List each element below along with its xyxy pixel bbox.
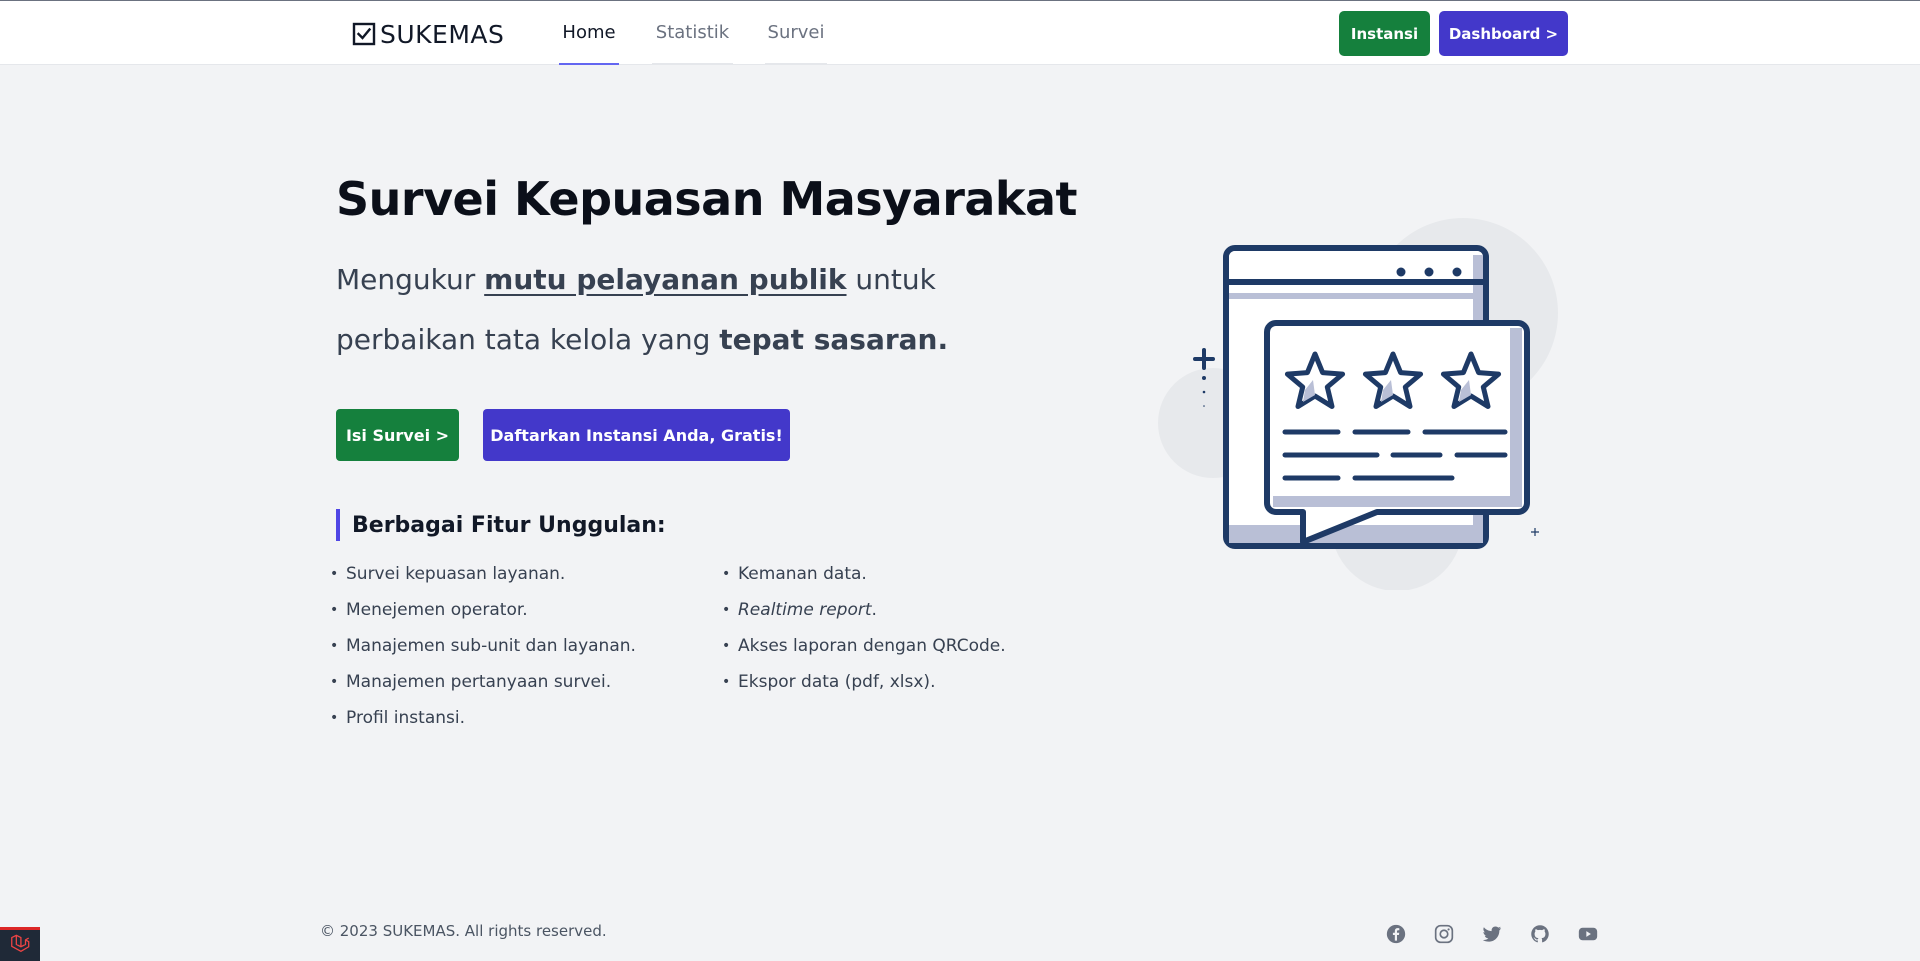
github-icon[interactable] <box>1529 923 1551 945</box>
feature-text-tail: . <box>871 600 877 620</box>
features-list-right: • Kemanan data. • Realtime report. • Akses … <box>722 560 1006 704</box>
laravel-debugbar-toggle[interactable] <box>0 927 40 961</box>
tab-statistik[interactable]: Statistik <box>652 1 733 65</box>
bullet: • <box>330 674 339 690</box>
subtitle-bold: tepat sasaran. <box>719 323 949 356</box>
brand-name: SUKEMAS <box>380 19 505 49</box>
survey-rating-illustration <box>1155 210 1560 591</box>
bullet: • <box>722 566 731 582</box>
feature-text: Akses laporan dengan QRCode. <box>738 636 1006 656</box>
bullet: • <box>722 638 731 654</box>
list-item: • Kemanan data. <box>722 560 1006 596</box>
facebook-icon[interactable] <box>1385 923 1407 945</box>
top-navbar: SUKEMAS Home Statistik Survei Instansi D… <box>0 0 1920 65</box>
feature-text: Kemanan data. <box>738 564 867 584</box>
bullet: • <box>330 566 339 582</box>
twitter-icon[interactable] <box>1481 923 1503 945</box>
hero-subtitle: Mengukur mutu pelayanan publik untuk per… <box>336 250 1066 370</box>
tab-survei[interactable]: Survei <box>765 1 827 65</box>
laravel-icon <box>9 933 31 959</box>
list-item: • Menejemen operator. <box>330 596 636 632</box>
bullet: • <box>330 710 339 726</box>
feature-text: Ekspor data (pdf, xlsx). <box>738 672 936 692</box>
feature-text: Profil instansi. <box>346 708 465 728</box>
features-list-left: • Survei kepuasan layanan. • Menejemen ope… <box>330 560 636 740</box>
bullet: • <box>330 638 339 654</box>
subtitle-text: Mengukur <box>336 263 485 296</box>
list-item: • Manajemen pertanyaan survei. <box>330 668 636 704</box>
brand-logo[interactable]: SUKEMAS <box>352 19 505 49</box>
list-item: • Manajemen sub-unit dan layanan. <box>330 632 636 668</box>
tab-home[interactable]: Home <box>559 1 619 65</box>
youtube-icon[interactable] <box>1577 923 1599 945</box>
isi-survei-button[interactable]: Isi Survei > <box>336 409 459 461</box>
list-item: • Survei kepuasan layanan. <box>330 560 636 596</box>
list-item: • Realtime report. <box>722 596 1006 632</box>
feature-text: Manajemen sub-unit dan layanan. <box>346 636 636 656</box>
feature-text-italic: Realtime report <box>738 600 872 620</box>
feature-text: Menejemen operator. <box>346 600 528 620</box>
subtitle-highlight: mutu pelayanan publik <box>484 263 847 296</box>
list-item: • Profil instansi. <box>330 704 636 740</box>
feature-text: Manajemen pertanyaan survei. <box>346 672 612 692</box>
instansi-button[interactable]: Instansi <box>1339 11 1430 56</box>
bullet: • <box>330 602 339 618</box>
footer-copyright: © 2023 SUKEMAS. All rights reserved. <box>320 922 607 940</box>
instagram-icon[interactable] <box>1433 923 1455 945</box>
bullet: • <box>722 602 731 618</box>
list-item: • Akses laporan dengan QRCode. <box>722 632 1006 668</box>
features-heading: Berbagai Fitur Unggulan: <box>336 509 666 541</box>
bullet: • <box>722 674 731 690</box>
page-title: Survei Kepuasan Masyarakat <box>336 172 1078 226</box>
dashboard-button[interactable]: Dashboard > <box>1439 11 1568 56</box>
feature-text: Survei kepuasan layanan. <box>346 564 566 584</box>
checkbox-icon <box>352 22 376 46</box>
list-item: • Ekspor data (pdf, xlsx). <box>722 668 1006 704</box>
register-instansi-button[interactable]: Daftarkan Instansi Anda, Gratis! <box>483 409 790 461</box>
